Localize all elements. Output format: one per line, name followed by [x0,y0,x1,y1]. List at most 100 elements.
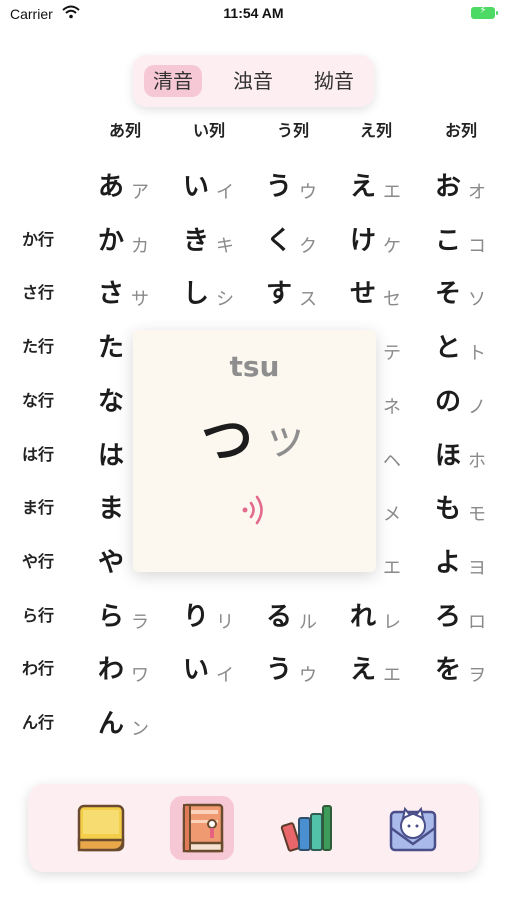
segment-seion[interactable]: 清音 [144,65,202,97]
kana-cell[interactable]: しシ [180,273,260,319]
kana-cell[interactable]: こコ [432,220,507,266]
kana-cell[interactable]: かカ [95,220,175,266]
hiragana-char: し [183,279,210,309]
katakana-char: ネ [383,397,401,418]
tab-notes[interactable] [69,796,133,860]
row-header: は行 [21,445,54,464]
row-header: ら行 [21,606,54,625]
popup-katakana: ッ [263,413,307,464]
hiragana-char: た [98,333,125,363]
kana-cell[interactable]: をヲ [432,649,507,695]
katakana-char: ケ [383,236,401,257]
hiragana-char: り [183,602,210,632]
katakana-char: イ [216,182,234,203]
column-header-e: え列 [359,121,392,140]
kana-cell[interactable]: らラ [95,596,175,642]
hiragana-char: か [98,226,125,256]
hiragana-char: あ [98,172,125,202]
katakana-char: カ [131,236,149,257]
hiragana-char: い [183,172,210,202]
row-header: わ行 [21,659,54,678]
kana-cell[interactable]: けケ [347,220,427,266]
kana-cell[interactable]: いイ [180,166,260,212]
katakana-char: イ [216,665,234,686]
hiragana-char: す [266,279,293,309]
kana-cell[interactable]: わワ [95,649,175,695]
katakana-char: ヲ [468,665,486,686]
popup-hiragana: つ [201,411,254,471]
kana-cell[interactable]: うウ [263,649,343,695]
column-header-u: う列 [276,121,309,140]
katakana-char: シ [216,289,234,310]
katakana-char: ホ [468,451,486,472]
status-bar: Carrier 11:54 AM ⚡ [0,0,507,30]
row-header: た行 [21,337,54,356]
segment-dakuon[interactable]: 浊音 [224,65,282,97]
kana-cell[interactable]: そソ [432,273,507,319]
katakana-char: ウ [299,182,317,203]
katakana-char: ス [299,289,317,310]
katakana-char: エ [383,558,401,579]
katakana-char: リ [216,612,234,633]
hiragana-char: こ [435,226,462,256]
katakana-char: コ [468,236,486,257]
kana-cell[interactable]: いイ [180,649,260,695]
tab-library[interactable] [275,796,339,860]
segment-youon[interactable]: 拗音 [305,65,363,97]
kana-cell[interactable]: きキ [180,220,260,266]
katakana-char: エ [383,182,401,203]
hiragana-char: く [266,226,293,256]
hiragana-char: さ [98,279,125,309]
katakana-char: キ [216,236,234,257]
kana-detail-popup[interactable]: tsu つ ッ [133,330,376,572]
status-time: 11:54 AM [223,5,284,21]
katakana-char: エ [383,665,401,686]
hiragana-char: ら [98,602,125,632]
katakana-char: ノ [468,397,486,418]
hiragana-char: い [183,655,210,685]
kana-cell[interactable]: ほホ [432,435,507,481]
hiragana-char: わ [98,655,125,685]
kana-cell[interactable]: もモ [432,488,507,534]
kana-cell[interactable]: うウ [263,166,343,212]
row-header: ん行 [21,713,54,732]
katakana-char: メ [383,504,401,525]
kana-cell[interactable]: せセ [347,273,427,319]
kana-cell[interactable]: れレ [347,596,427,642]
hiragana-char: ま [98,494,125,524]
battery-icon: ⚡ [471,5,498,19]
tab-kana-chart[interactable] [170,796,234,860]
kana-cell[interactable]: るル [263,596,343,642]
hiragana-char: け [350,226,377,256]
kana-cell[interactable]: よヨ [432,542,507,588]
tab-profile[interactable] [381,796,445,860]
hiragana-char: き [183,226,210,256]
kana-cell[interactable]: とト [432,327,507,373]
katakana-char: ク [299,236,317,257]
kana-cell[interactable]: すス [263,273,343,319]
kana-cell[interactable]: りリ [180,596,260,642]
kana-cell[interactable]: えエ [347,649,427,695]
hiragana-char: る [266,602,293,632]
kana-cell[interactable]: ろロ [432,596,507,642]
hiragana-char: ろ [435,602,462,632]
katakana-char: セ [383,289,401,310]
hiragana-char: と [435,333,462,363]
hiragana-char: せ [350,279,377,309]
katakana-char: ヘ [383,451,401,472]
katakana-char: ウ [299,665,317,686]
kana-cell[interactable]: おオ [432,166,507,212]
kana-cell[interactable]: あア [95,166,175,212]
hiragana-char: え [350,655,377,685]
row-header: さ行 [21,283,54,302]
sound-icon[interactable] [235,490,275,530]
kana-cell[interactable]: さサ [95,273,175,319]
kana-cell[interactable]: えエ [347,166,427,212]
kana-cell[interactable]: のノ [432,381,507,427]
katakana-char: テ [383,343,401,364]
hiragana-char: の [435,387,462,417]
kana-cell[interactable]: くク [263,220,343,266]
katakana-char: ロ [468,612,486,633]
kana-cell[interactable]: んン [95,703,175,749]
hiragana-char: を [435,655,462,685]
